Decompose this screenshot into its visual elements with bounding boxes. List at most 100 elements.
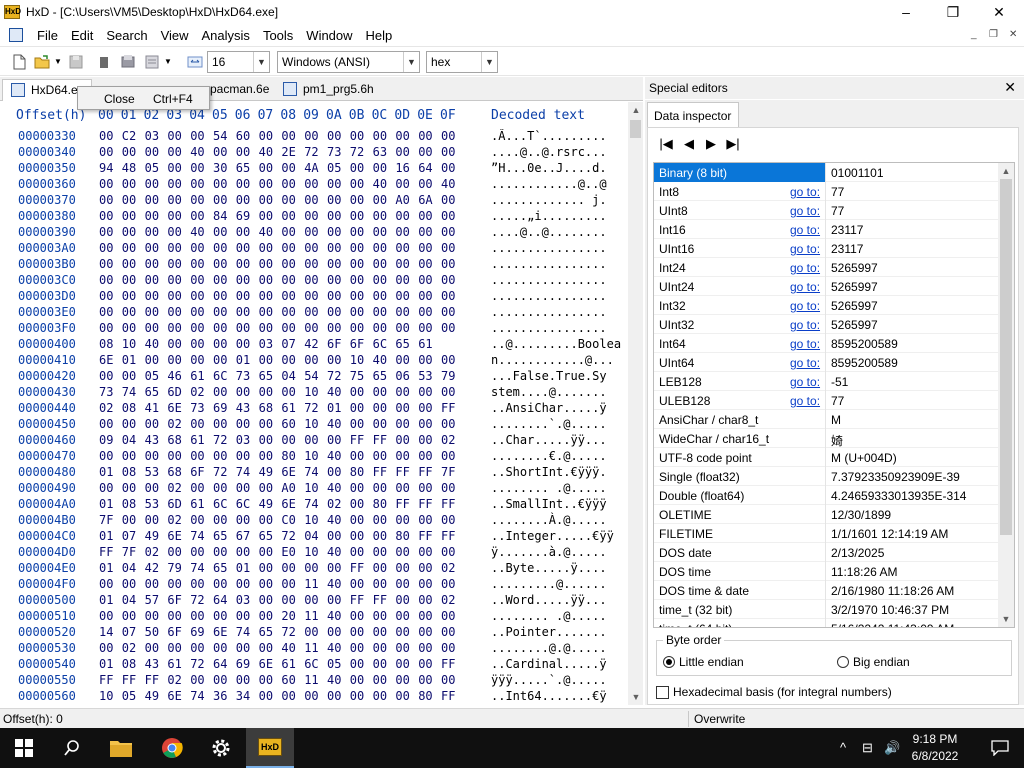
hex-byte[interactable]: 00 bbox=[99, 129, 113, 143]
hex-byte[interactable]: 6F bbox=[167, 593, 181, 607]
inspector-value[interactable]: M bbox=[831, 413, 841, 427]
hex-byte[interactable]: 02 bbox=[145, 545, 159, 559]
hex-byte[interactable]: 11 bbox=[304, 641, 318, 655]
hex-byte[interactable]: 00 bbox=[350, 193, 364, 207]
goto-link[interactable]: go to: bbox=[790, 356, 820, 370]
hex-byte[interactable]: 65 bbox=[259, 369, 273, 383]
hex-byte[interactable]: 40 bbox=[327, 449, 341, 463]
hex-byte[interactable]: 00 bbox=[259, 257, 273, 271]
hex-byte[interactable]: 10 bbox=[122, 337, 136, 351]
hex-byte[interactable]: 01 bbox=[99, 529, 113, 543]
hex-byte[interactable]: 02 bbox=[167, 417, 181, 431]
hex-byte[interactable]: 00 bbox=[350, 129, 364, 143]
hex-byte[interactable]: 00 bbox=[213, 305, 227, 319]
hex-byte[interactable]: 00 bbox=[213, 385, 227, 399]
hex-byte[interactable]: 11 bbox=[304, 609, 318, 623]
mdi-restore-button[interactable]: ❐ bbox=[989, 29, 998, 40]
hex-byte[interactable]: 00 bbox=[373, 209, 387, 223]
hex-byte[interactable]: 67 bbox=[236, 529, 250, 543]
hex-byte[interactable]: 00 bbox=[327, 129, 341, 143]
hex-byte[interactable]: 00 bbox=[350, 401, 364, 415]
hex-basis-checkbox[interactable]: Hexadecimal basis (for integral numbers) bbox=[656, 685, 892, 699]
next-icon[interactable]: ▶ bbox=[702, 136, 720, 152]
inspector-scroll-thumb[interactable] bbox=[1000, 179, 1012, 535]
hex-byte[interactable]: 72 bbox=[350, 145, 364, 159]
hex-byte[interactable]: 00 bbox=[190, 609, 204, 623]
hex-byte[interactable]: 00 bbox=[350, 225, 364, 239]
hex-byte[interactable]: 00 bbox=[259, 273, 273, 287]
hex-byte[interactable]: 00 bbox=[259, 673, 273, 687]
inspector-value[interactable]: 5265997 bbox=[831, 261, 878, 275]
hex-byte[interactable]: E0 bbox=[281, 545, 295, 559]
hex-byte[interactable]: 00 bbox=[418, 609, 432, 623]
mdi-minimize-button[interactable]: _ bbox=[971, 29, 977, 40]
hex-row[interactable]: 00000540 01 08 43 61 72 64 69 6E 61 6C 05 00 00 00 00 FF… bbox=[0, 657, 628, 673]
hex-byte[interactable]: 60 bbox=[236, 129, 250, 143]
hex-byte[interactable]: 10 bbox=[99, 689, 113, 703]
hex-byte[interactable]: 00 bbox=[395, 561, 409, 575]
inspector-row[interactable]: OLETIME 12/30/1899 bbox=[654, 505, 998, 524]
hex-byte[interactable]: 00 bbox=[213, 353, 227, 367]
little-endian-radio[interactable]: Little endian bbox=[663, 655, 744, 669]
hex-byte[interactable]: 40 bbox=[327, 641, 341, 655]
hex-byte[interactable]: 00 bbox=[350, 481, 364, 495]
hex-byte[interactable]: 00 bbox=[99, 241, 113, 255]
hex-byte[interactable]: 00 bbox=[99, 321, 113, 335]
hex-byte[interactable]: 00 bbox=[167, 289, 181, 303]
hex-byte[interactable]: 04 bbox=[122, 433, 136, 447]
hex-byte[interactable]: 00 bbox=[145, 225, 159, 239]
hex-byte[interactable]: 05 bbox=[327, 657, 341, 671]
status-mode[interactable]: Overwrite bbox=[694, 712, 745, 726]
hex-byte[interactable]: 53 bbox=[145, 465, 159, 479]
menu-help[interactable]: Help bbox=[360, 28, 400, 43]
hex-byte[interactable]: 00 bbox=[418, 353, 432, 367]
hex-byte[interactable]: 11 bbox=[304, 577, 318, 591]
inspector-value[interactable]: 8595200589 bbox=[831, 337, 898, 351]
hex-byte[interactable]: 00 bbox=[99, 225, 113, 239]
hex-byte[interactable]: 00 bbox=[395, 273, 409, 287]
hex-row[interactable]: 00000520 14 07 50 6F 69 6E 74 65 72 00 00 00 00 00 00 00… bbox=[0, 625, 628, 641]
hex-row[interactable]: 00000360 00 00 00 00 00 00 00 00 00 00 00 00 40 00 00 40… bbox=[0, 177, 628, 193]
close-icon[interactable]: ✕ bbox=[1004, 79, 1016, 96]
hex-byte[interactable]: 00 bbox=[441, 353, 455, 367]
inspector-value[interactable]: M (U+004D) bbox=[831, 451, 897, 465]
hex-byte[interactable]: 04 bbox=[122, 561, 136, 575]
hex-byte[interactable]: 00 bbox=[304, 353, 318, 367]
hex-byte[interactable]: 00 bbox=[190, 273, 204, 287]
hex-row[interactable]: 000003C0 00 00 00 00 00 00 00 00 00 00 00 00 00 00 00 00… bbox=[0, 273, 628, 289]
hex-byte[interactable]: FF bbox=[441, 497, 455, 511]
hex-byte[interactable]: 00 bbox=[259, 577, 273, 591]
hex-byte[interactable]: 00 bbox=[350, 385, 364, 399]
hex-byte[interactable]: 6D bbox=[167, 497, 181, 511]
hex-byte[interactable]: 00 bbox=[395, 257, 409, 271]
hex-byte[interactable]: 00 bbox=[327, 353, 341, 367]
hex-byte[interactable]: FF bbox=[418, 529, 432, 543]
hex-byte[interactable]: 00 bbox=[373, 193, 387, 207]
hex-byte[interactable]: 10 bbox=[350, 353, 364, 367]
inspector-row[interactable]: UInt16 go to: 23117 bbox=[654, 239, 998, 258]
hex-byte[interactable]: 61 bbox=[281, 657, 295, 671]
clock[interactable]: 9:18 PM 6/8/2022 bbox=[904, 731, 966, 765]
hex-byte[interactable]: 00 bbox=[145, 177, 159, 191]
hex-byte[interactable]: 00 bbox=[190, 337, 204, 351]
hex-row[interactable]: 00000430 73 74 65 6D 02 00 00 00 00 10 40 00 00 00 00 00… bbox=[0, 385, 628, 401]
hex-byte[interactable]: 00 bbox=[395, 673, 409, 687]
hex-byte[interactable]: 36 bbox=[213, 689, 227, 703]
hex-byte[interactable]: 00 bbox=[418, 433, 432, 447]
goto-link[interactable]: go to: bbox=[790, 223, 820, 237]
hex-byte[interactable]: 00 bbox=[213, 449, 227, 463]
hex-byte[interactable]: 05 bbox=[122, 689, 136, 703]
hex-byte[interactable]: 00 bbox=[281, 193, 295, 207]
hex-byte[interactable]: 08 bbox=[122, 465, 136, 479]
properties-dropdown-arrow-icon[interactable]: ▼ bbox=[164, 57, 172, 66]
hex-byte[interactable]: 00 bbox=[167, 161, 181, 175]
hex-byte[interactable]: 6E bbox=[167, 401, 181, 415]
hex-byte[interactable]: 43 bbox=[145, 433, 159, 447]
hex-byte[interactable]: 00 bbox=[304, 289, 318, 303]
hex-byte[interactable]: 6D bbox=[167, 385, 181, 399]
hex-byte[interactable]: 00 bbox=[236, 609, 250, 623]
goto-link[interactable]: go to: bbox=[790, 375, 820, 389]
hex-byte[interactable]: 80 bbox=[418, 689, 432, 703]
hex-byte[interactable]: 00 bbox=[418, 385, 432, 399]
hex-byte[interactable]: 00 bbox=[145, 241, 159, 255]
